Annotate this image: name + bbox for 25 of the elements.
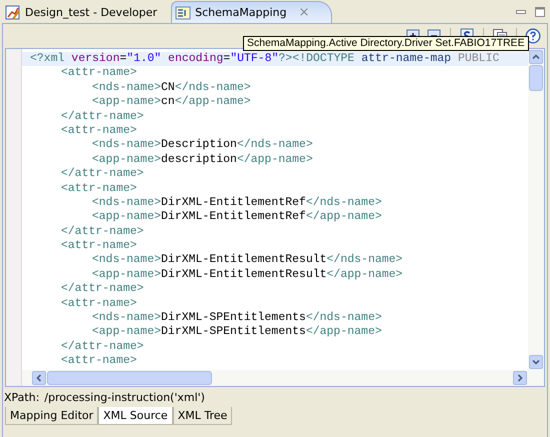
code-line: <app-name>DirXML-EntitlementResult</app-name> (92, 268, 403, 282)
tooltip: SchemaMapping.Active Directory.Driver Set.FABIO17TREE (243, 36, 529, 51)
code-line: <app-name>DirXML-EntitlementRef</app-name> (92, 210, 382, 225)
code-line: <nds-name>DirXML-SPEntitlements</nds-name> (92, 311, 382, 326)
code-line: </attr-name> (61, 340, 144, 354)
code-line: <nds-name>Description</nds-name> (92, 138, 313, 153)
code-line: </attr-name> (61, 110, 144, 124)
code-line: <nds-name>CN</nds-name> (92, 80, 251, 96)
code-line: </attr-name> (61, 224, 144, 240)
code-line: <attr-name> (61, 239, 137, 254)
code-line: <attr-name> (61, 354, 137, 369)
code-line: <nds-name>DirXML-EntitlementRef</nds-name> (92, 196, 382, 210)
code-line: <?xml version="1.0" encoding="UTF-8"?><!DOCTYPE attr-name-map PUBLIC (30, 52, 500, 66)
xpath-label: XPath: (4, 390, 40, 404)
code-line: <app-name>cn</app-name> (92, 95, 251, 110)
code-line: <attr-name> (61, 296, 137, 312)
code-line: <attr-name> (61, 124, 137, 138)
code-line: <app-name>DirXML-SPEntitlements</app-name> (92, 325, 382, 340)
xpath-value: /processing-instruction('xml') (44, 390, 205, 404)
code-line: <attr-name> (61, 182, 137, 196)
code-line: <app-name>description</app-name> (92, 152, 313, 168)
code-line: <attr-name> (61, 66, 137, 81)
code-line: </attr-name> (61, 282, 144, 297)
code-line: </attr-name> (61, 167, 144, 182)
code-line: <nds-name>DirXML-EntitlementResult</nds-name> (92, 253, 403, 268)
